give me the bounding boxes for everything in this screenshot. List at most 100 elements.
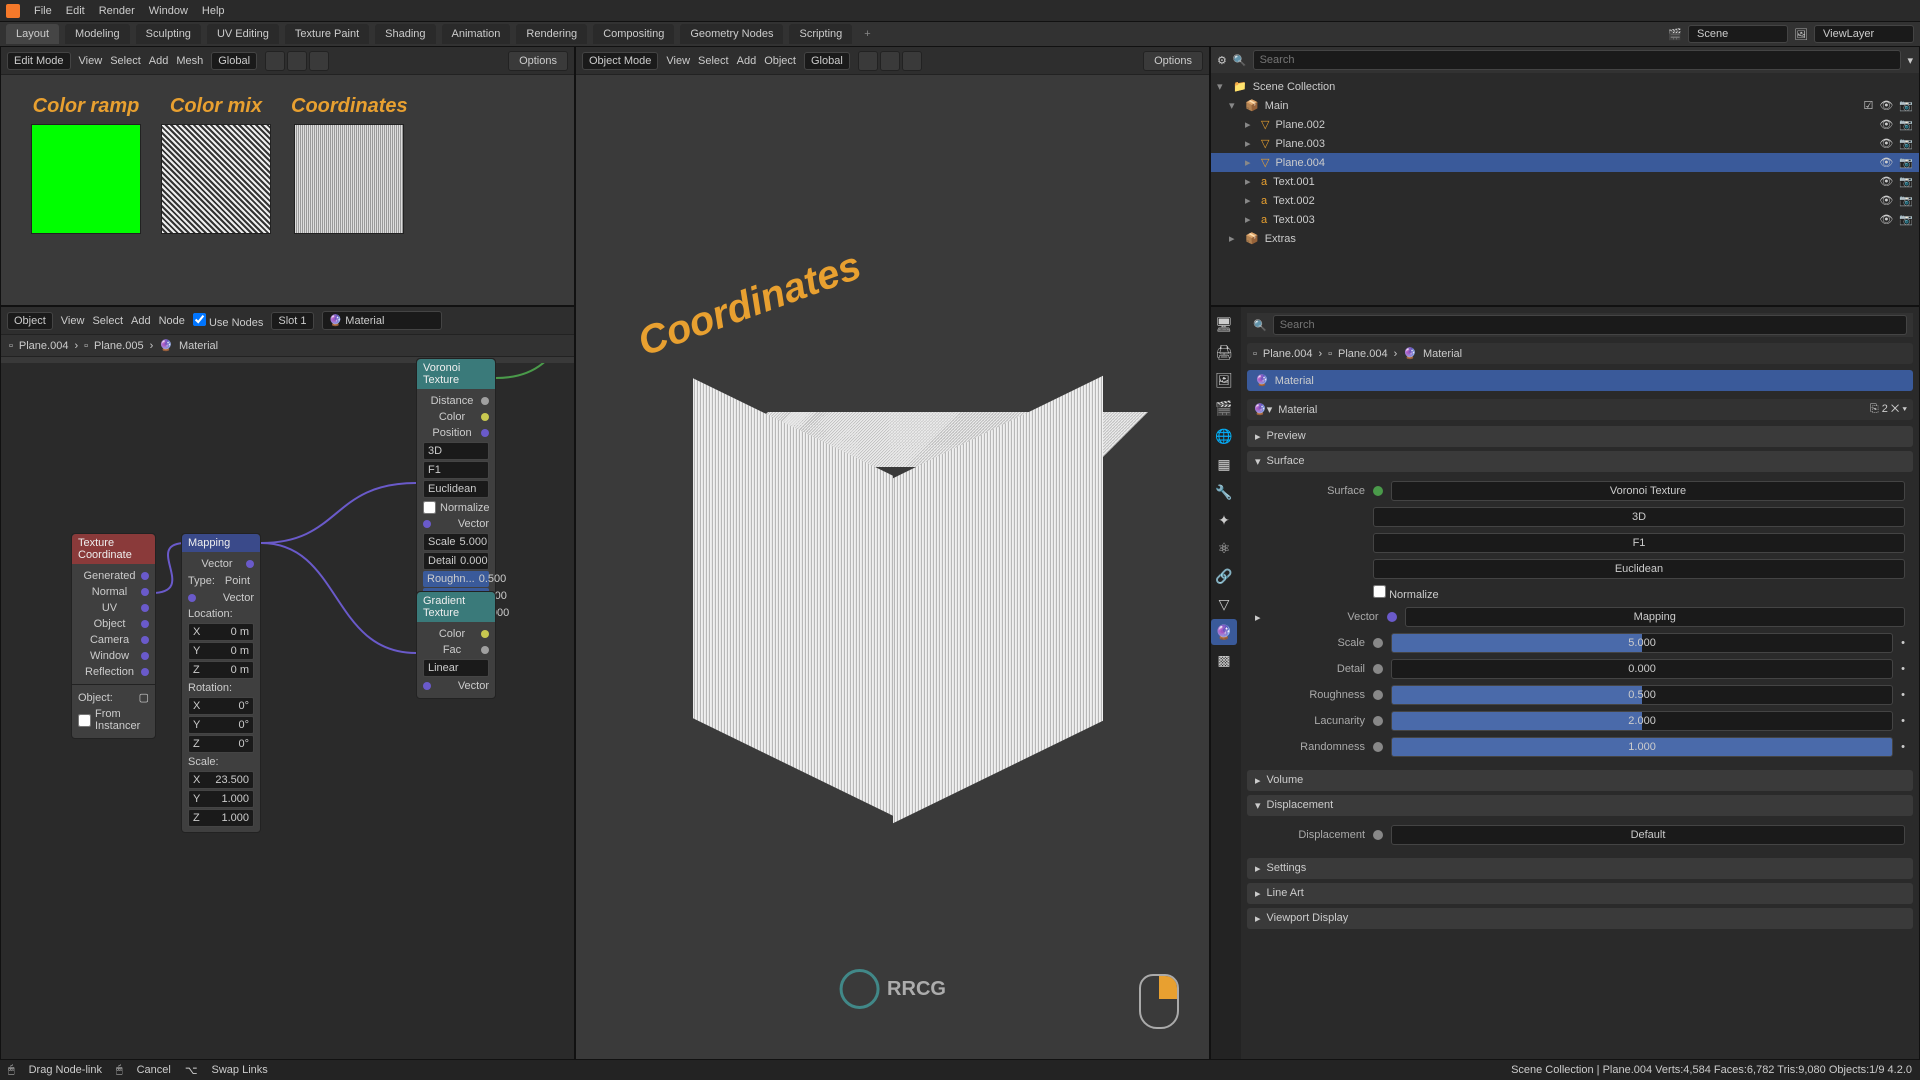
outliner-row-root[interactable]: ▾📁 Scene Collection [1211,77,1919,96]
tab-scripting[interactable]: Scripting [789,24,852,44]
ptab-world[interactable]: 🌐 [1211,423,1237,449]
outliner-tree[interactable]: ▾📁 Scene Collection ▾📦 Main ☑👁📷 ▸▽Plane.… [1211,73,1919,252]
ptab-particles[interactable]: ✦ [1211,507,1237,533]
tab-sculpting[interactable]: Sculpting [136,24,201,44]
prop-scale[interactable]: Scale5.000• [1255,630,1905,656]
ptab-texture[interactable]: ▩ [1211,647,1237,673]
tab-rendering[interactable]: Rendering [516,24,587,44]
props-search-input[interactable] [1273,315,1907,335]
menu-object-m[interactable]: Object [764,55,796,67]
material-slot[interactable]: 🔮Material [1247,370,1913,391]
ptab-render[interactable]: 🖥 [1211,311,1237,337]
material-datablock[interactable]: 🔮▾Material ⎘ 2 ✕ ▾ [1247,399,1913,420]
tab-geonodes[interactable]: Geometry Nodes [680,24,783,44]
scene-selector[interactable]: Scene [1688,25,1788,43]
node-texture-coordinate[interactable]: Texture Coordinate GeneratedNormalUVObje… [71,533,156,739]
vor-metric[interactable]: Euclidean [1373,559,1905,579]
filter-funnel-icon[interactable]: ▾ [1907,54,1913,67]
header-tool-icons-m[interactable] [858,51,922,71]
outliner-item[interactable]: ▸▽Plane.002👁📷 [1211,115,1919,134]
options-button-left[interactable]: Options [508,51,568,71]
node-breadcrumb[interactable]: ▫Plane.004› ▫Plane.005› 🔮Material [1,335,574,357]
sec-lineart[interactable]: ▸Line Art [1247,883,1913,904]
ptab-object[interactable]: ▦ [1211,451,1237,477]
ne-menu-add[interactable]: Add [131,315,151,327]
prop-detail[interactable]: Detail0.000• [1255,656,1905,682]
tab-animation[interactable]: Animation [442,24,511,44]
ptab-scene[interactable]: 🎬 [1211,395,1237,421]
node-canvas[interactable]: Texture Coordinate GeneratedNormalUVObje… [1,363,574,1059]
ne-menu-select[interactable]: Select [92,315,123,327]
sec-settings[interactable]: ▸Settings [1247,858,1913,879]
disp-val[interactable]: Default [1391,825,1905,845]
sec-displacement[interactable]: ▾Displacement [1247,795,1913,816]
tab-texturepaint[interactable]: Texture Paint [285,24,369,44]
outliner-item[interactable]: ▸aText.001👁📷 [1211,172,1919,191]
menu-add[interactable]: Add [149,55,169,67]
node-gradient[interactable]: Gradient Texture Color Fac Linear Vector [416,591,496,699]
tab-shading[interactable]: Shading [375,24,435,44]
ptab-data[interactable]: ▽ [1211,591,1237,617]
tab-compositing[interactable]: Compositing [593,24,674,44]
menu-file[interactable]: File [34,5,52,17]
mat-select[interactable]: 🔮 Material [322,311,442,330]
tab-modeling[interactable]: Modeling [65,24,130,44]
prop-roughness[interactable]: Roughness0.500• [1255,682,1905,708]
ptab-modifier[interactable]: 🔧 [1211,479,1237,505]
vor-feat[interactable]: F1 [1373,533,1905,553]
sec-volume[interactable]: ▸Volume [1247,770,1913,791]
menu-select-m[interactable]: Select [698,55,729,67]
ptab-physics[interactable]: ⚛ [1211,535,1237,561]
slot-select[interactable]: Slot 1 [271,312,313,330]
menu-render[interactable]: Render [99,5,135,17]
use-nodes-check[interactable]: Use Nodes [193,313,263,329]
outliner-item[interactable]: ▸▽Plane.004👁📷 [1211,153,1919,172]
sec-preview[interactable]: ▸Preview [1247,426,1913,447]
outliner-item[interactable]: ▸▽Plane.003👁📷 [1211,134,1919,153]
vor-dim[interactable]: 3D [1373,507,1905,527]
menu-mesh[interactable]: Mesh [176,55,203,67]
sec-viewport[interactable]: ▸Viewport Display [1247,908,1913,929]
menu-view-m[interactable]: View [666,55,690,67]
outliner-row-main[interactable]: ▾📦 Main ☑👁📷 [1211,96,1919,115]
orient-select-left[interactable]: Global [211,52,257,70]
ptab-output[interactable]: 🖨 [1211,339,1237,365]
mode-select-main[interactable]: Object Mode [582,52,658,70]
ptab-material[interactable]: 🔮 [1211,619,1237,645]
surface-shader[interactable]: Voronoi Texture [1391,481,1905,501]
view3d-small-canvas[interactable]: Color ramp Color mix Coordinates [1,75,574,305]
tab-layout[interactable]: Layout [6,24,59,44]
orient-select-main[interactable]: Global [804,52,850,70]
ne-menu-node[interactable]: Node [159,315,185,327]
ptab-viewlayer[interactable]: 🖼 [1211,367,1237,393]
viewlayer-selector[interactable]: ViewLayer [1814,25,1914,43]
outliner-item[interactable]: ▸aText.002👁📷 [1211,191,1919,210]
outliner-item[interactable]: ▸aText.003👁📷 [1211,210,1919,229]
menu-help[interactable]: Help [202,5,225,17]
node-mapping[interactable]: Mapping Vector Type:Point Vector Locatio… [181,533,261,833]
add-workspace-icon[interactable]: + [858,28,876,40]
menu-window[interactable]: Window [149,5,188,17]
options-button-main[interactable]: Options [1143,51,1203,71]
sec-surface[interactable]: ▾Surface [1247,451,1913,472]
menu-add-m[interactable]: Add [737,55,757,67]
menu-select[interactable]: Select [110,55,141,67]
outliner-search-input[interactable] [1253,50,1902,70]
tab-uvediting[interactable]: UV Editing [207,24,279,44]
ne-obj-select[interactable]: Object [7,312,53,330]
prop-lacunarity[interactable]: Lacunarity2.000• [1255,708,1905,734]
menu-edit[interactable]: Edit [66,5,85,17]
menu-view[interactable]: View [79,55,103,67]
props-breadcrumb[interactable]: ▫Plane.004› ▫Plane.004› 🔮Material [1247,343,1913,364]
view3d-main-canvas[interactable]: Coordinates RRCG [576,75,1209,1059]
mode-select-left[interactable]: Edit Mode [7,52,71,70]
node-voronoi[interactable]: Voronoi Texture Distance Color Position … [416,358,496,627]
outliner-row-extras[interactable]: ▸📦 Extras [1211,229,1919,248]
ne-menu-view[interactable]: View [61,315,85,327]
prop-randomness[interactable]: Randomness1.000• [1255,734,1905,760]
vor-normalize[interactable]: Normalize [1373,585,1439,601]
filter-icon[interactable]: ⚙ [1217,54,1227,67]
header-tool-icons[interactable] [265,51,329,71]
ptab-constraints[interactable]: 🔗 [1211,563,1237,589]
vor-vector[interactable]: Mapping [1405,607,1905,627]
